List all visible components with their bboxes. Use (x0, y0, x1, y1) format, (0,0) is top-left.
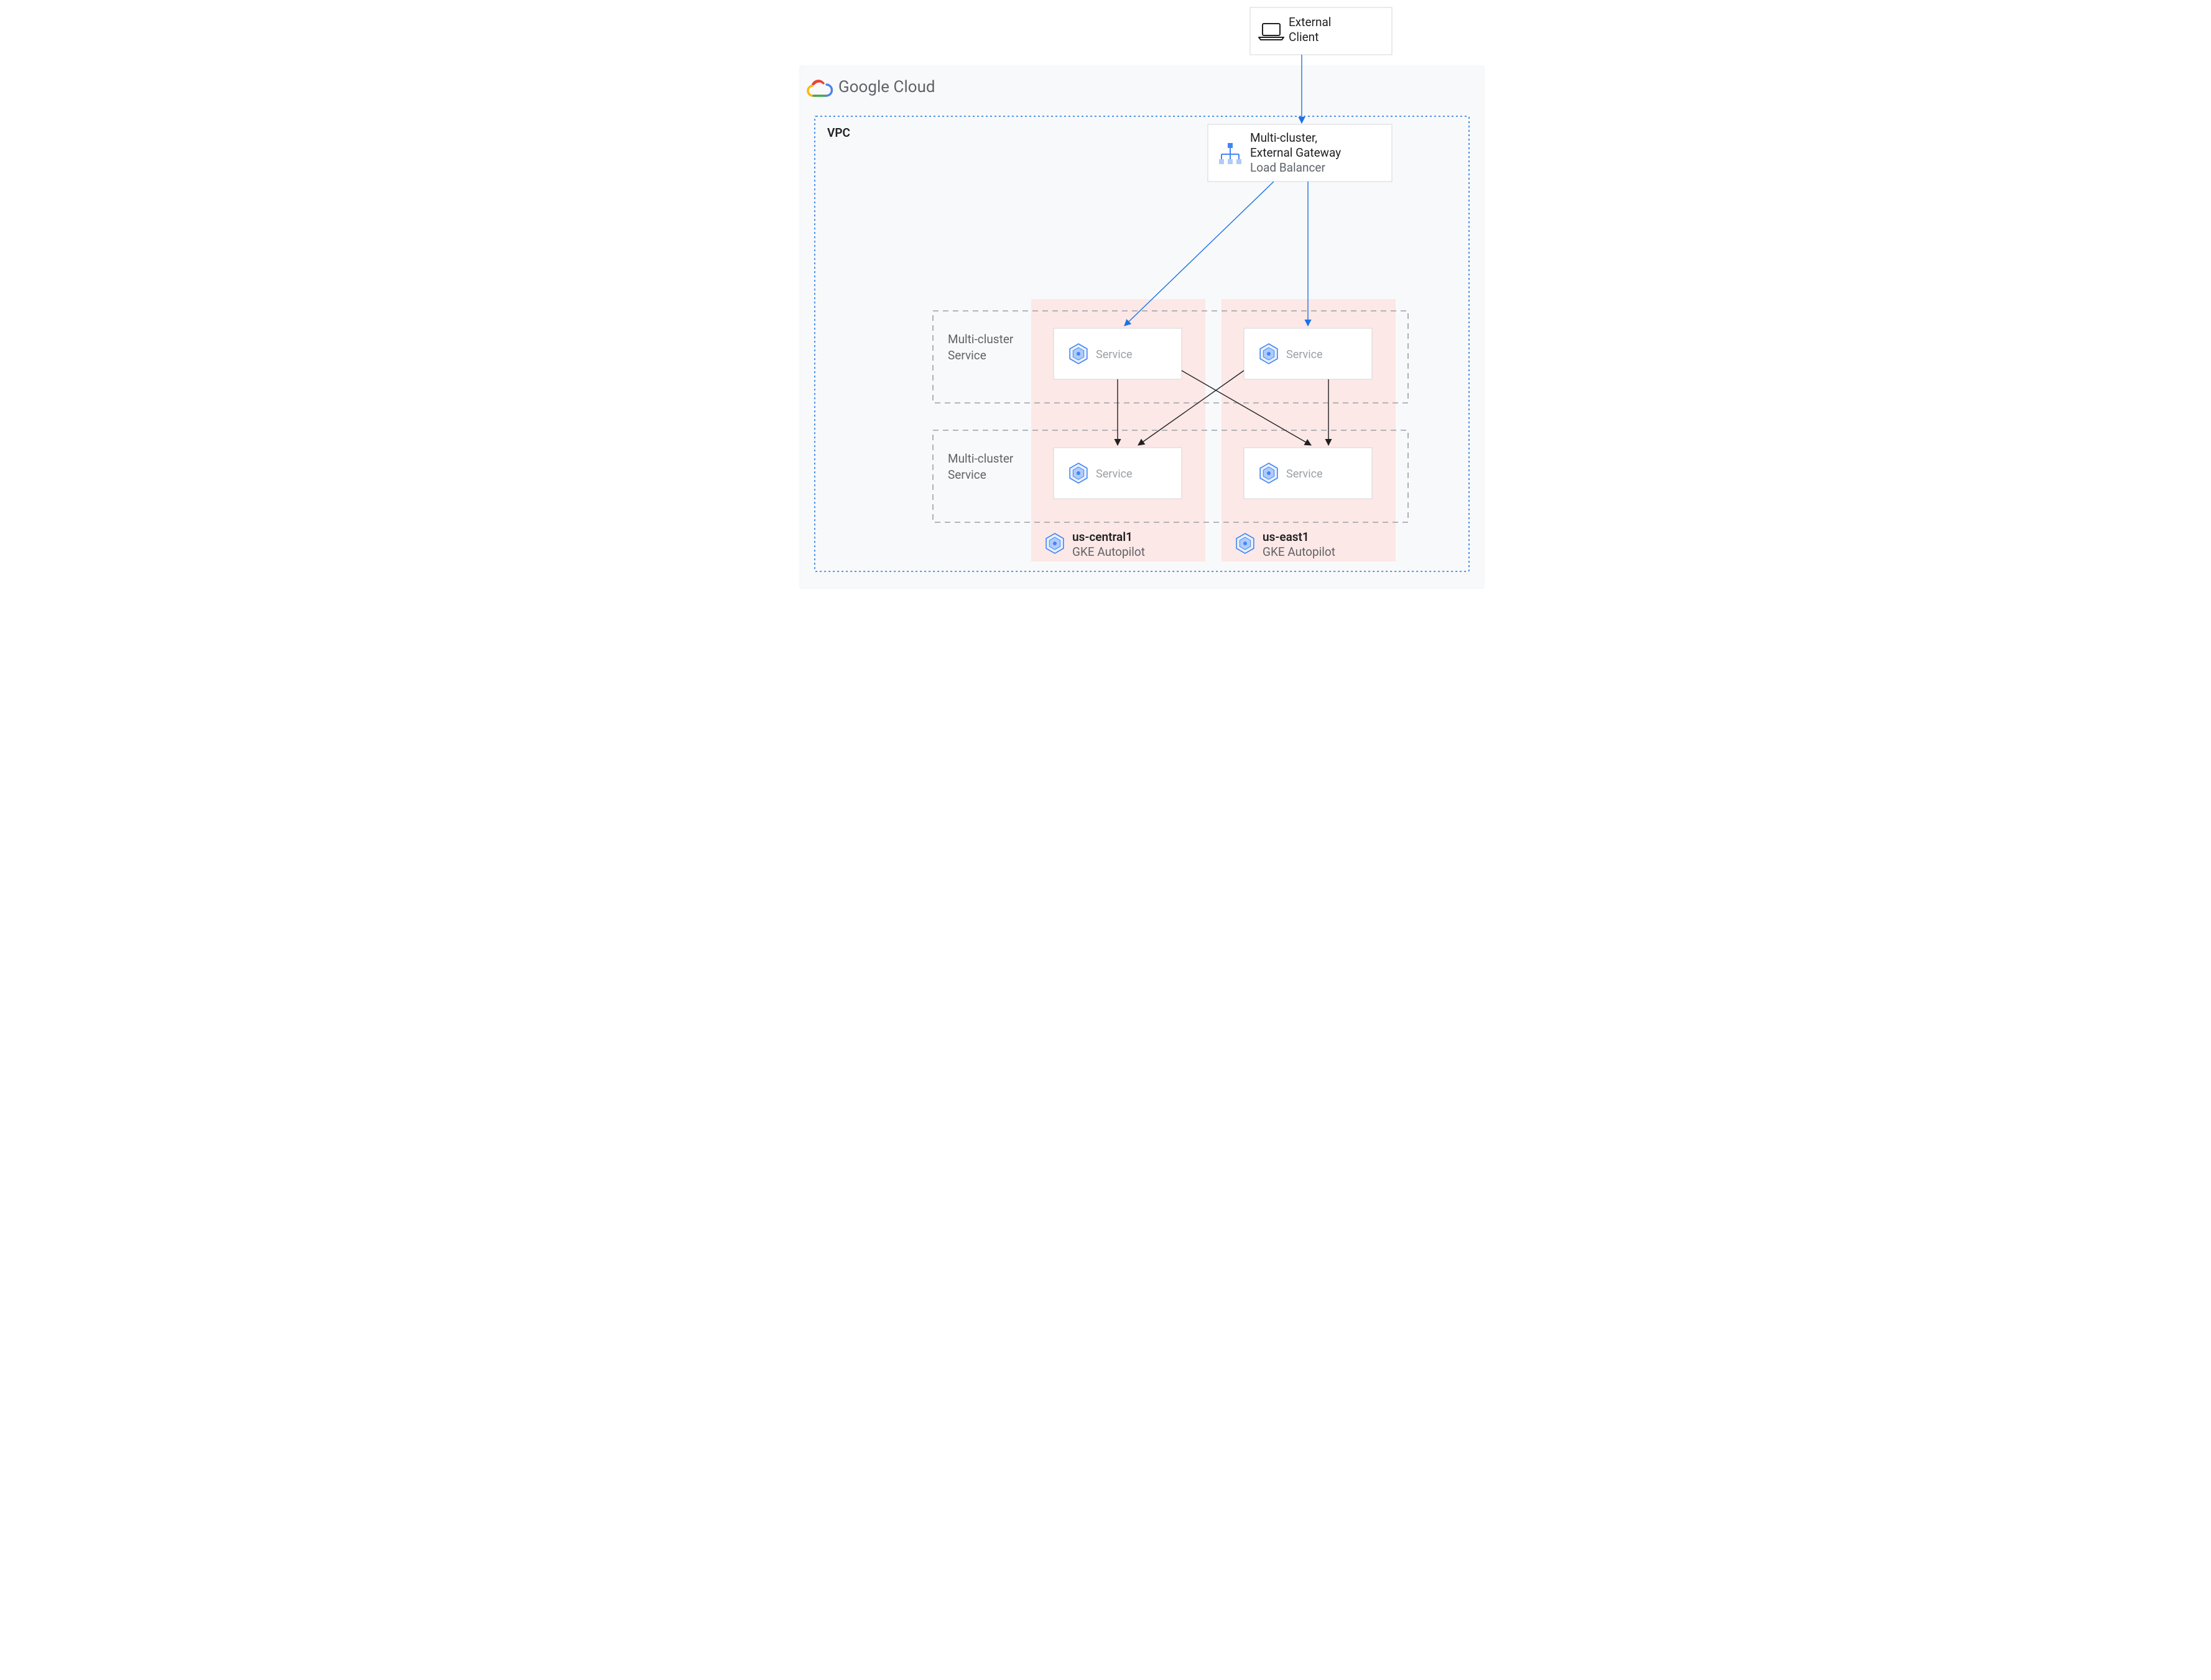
external-client-line1: External (1289, 15, 1331, 29)
service-box-top-right: Service (1244, 328, 1372, 379)
service-label-tl: Service (1096, 348, 1133, 361)
external-client-line2: Client (1289, 30, 1319, 44)
service-box-bottom-right: Service (1244, 448, 1372, 499)
service-box-bottom-left: Service (1054, 448, 1182, 499)
kubernetes-icon (1260, 463, 1277, 483)
gateway-line2: External Gateway (1250, 145, 1341, 160)
kubernetes-icon (1070, 463, 1087, 483)
service-box-top-left: Service (1054, 328, 1182, 379)
kubernetes-icon (1260, 344, 1277, 364)
kubernetes-icon (1046, 533, 1064, 553)
cluster-b-region: us-east1 (1263, 530, 1309, 544)
service-label-br: Service (1286, 468, 1323, 481)
service-label-bl: Service (1096, 468, 1133, 481)
gateway-line1: Multi-cluster, (1250, 131, 1317, 145)
gateway-box: Multi-cluster, External Gateway Load Bal… (1208, 124, 1392, 182)
service-label-tr: Service (1286, 348, 1323, 361)
cloud-label: Google Cloud (838, 78, 935, 96)
mcs1-line2: Service (948, 348, 986, 362)
mcs2-line1: Multi-cluster (948, 451, 1014, 466)
cluster-a-region: us-central1 (1072, 530, 1133, 544)
cluster-b-kind: GKE Autopilot (1263, 545, 1335, 559)
external-client-box: External Client (1250, 7, 1392, 55)
kubernetes-icon (1236, 533, 1254, 553)
kubernetes-icon (1070, 344, 1087, 364)
diagram-canvas: Google Cloud VPC External Client Multi-c… (714, 0, 1498, 596)
mcs1-line1: Multi-cluster (948, 332, 1014, 346)
mcs2-line2: Service (948, 468, 986, 482)
vpc-label: VPC (827, 126, 850, 140)
gateway-line3: Load Balancer (1250, 160, 1325, 175)
cluster-a-kind: GKE Autopilot (1072, 545, 1145, 559)
